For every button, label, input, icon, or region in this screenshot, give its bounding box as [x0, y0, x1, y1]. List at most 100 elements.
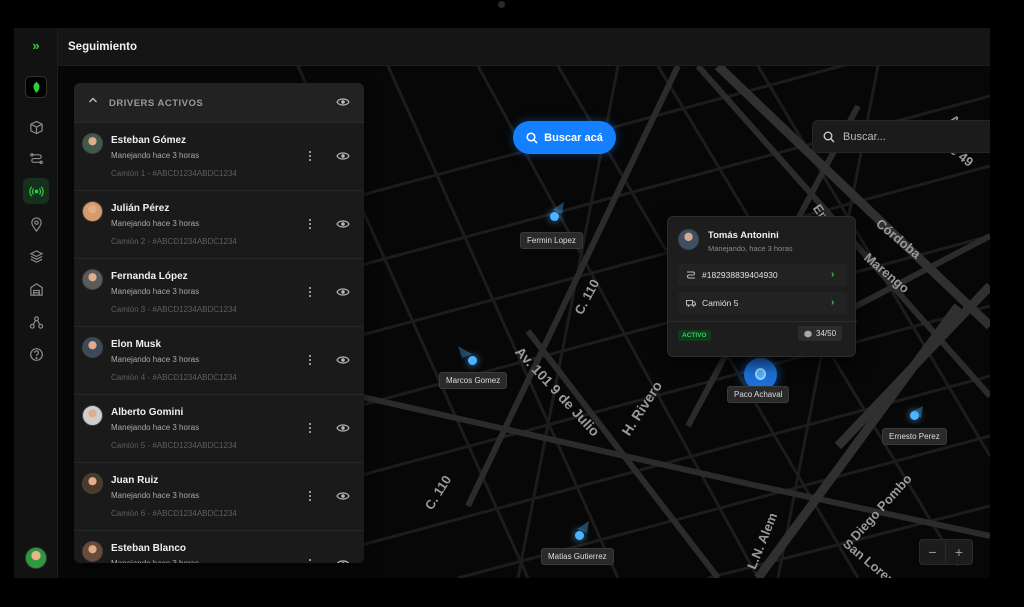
avatar — [82, 133, 103, 154]
marker-label[interactable]: Fermin Lopez — [520, 232, 583, 249]
more-vertical-icon[interactable] — [306, 557, 314, 563]
warehouse-icon[interactable] — [23, 276, 49, 302]
drivers-panel-title: DRIVERS ACTIVOS — [109, 98, 204, 109]
driver-status: Manejando hace 3 horas — [111, 219, 200, 228]
more-vertical-icon[interactable] — [306, 149, 314, 163]
chevron-right-icon: › — [831, 269, 835, 280]
marker-label[interactable]: Marcos Gomez — [439, 372, 508, 389]
help-icon[interactable] — [23, 341, 49, 367]
driver-name: Elon Musk — [111, 339, 162, 350]
driver-list-item[interactable]: Esteban Blanco Manejando hace 3 horas — [74, 531, 364, 563]
more-vertical-icon[interactable] — [306, 217, 314, 231]
search-input[interactable] — [843, 130, 990, 143]
search-icon — [526, 131, 538, 144]
eye-icon[interactable] — [336, 286, 350, 298]
eye-icon[interactable] — [336, 150, 350, 162]
driver-truck: Camión 2 - #ABCD1234ABDC1234 — [111, 237, 237, 246]
driver-truck: Camión 6 - #ABCD1234ABDC1234 — [111, 509, 237, 518]
more-vertical-icon[interactable] — [306, 353, 314, 367]
marker-label[interactable]: Paco Achaval — [727, 386, 790, 403]
search-box[interactable] — [812, 120, 990, 153]
zoom-controls: − + — [919, 539, 973, 565]
driver-marker[interactable] — [546, 202, 564, 224]
route-icon[interactable] — [23, 146, 49, 172]
eye-icon[interactable] — [336, 218, 350, 230]
driver-name: Fernanda López — [111, 271, 188, 282]
driver-name: Esteban Gómez — [111, 135, 187, 146]
sidebar: » — [14, 28, 58, 578]
zoom-out-button[interactable]: − — [920, 540, 947, 564]
user-avatar[interactable] — [25, 547, 47, 569]
driver-list-item[interactable]: Juan Ruiz Manejando hace 3 horas Camión 6 … — [74, 463, 364, 531]
search-icon — [823, 131, 835, 142]
header: Seguimiento — [58, 28, 990, 66]
layers-icon[interactable] — [23, 243, 49, 269]
expand-sidebar-icon[interactable]: » — [14, 38, 58, 53]
driver-status: Manejando, hace 3 horas — [708, 244, 793, 253]
driver-truck: Camión 5 - #ABCD1234ABDC1234 — [111, 441, 237, 450]
divider — [668, 321, 857, 322]
avatar — [82, 405, 103, 426]
chevron-right-icon: › — [831, 297, 835, 308]
driver-status: Manejando hace 3 horas — [111, 151, 200, 160]
zoom-in-button[interactable]: + — [946, 540, 972, 564]
drivers-panel-header[interactable]: DRIVERS ACTIVOS — [74, 83, 364, 123]
driver-status: Manejando hace 3 horas — [111, 355, 200, 364]
eye-icon[interactable] — [336, 490, 350, 502]
driver-status: Manejando hace 3 horas — [111, 423, 200, 432]
page-title: Seguimiento — [68, 41, 138, 53]
network-icon[interactable] — [23, 309, 49, 335]
more-vertical-icon[interactable] — [306, 421, 314, 435]
driver-name: Esteban Blanco — [111, 543, 187, 554]
truck-row[interactable]: Camión 5 › — [678, 292, 847, 314]
truck-icon — [686, 300, 696, 307]
chevron-up-icon[interactable] — [88, 95, 98, 105]
status-badge: ACTIVO — [678, 330, 711, 341]
driver-marker[interactable] — [571, 521, 589, 543]
box-icon — [804, 330, 812, 337]
driver-marker[interactable] — [458, 346, 480, 368]
route-id: #182938839404930 — [702, 270, 778, 280]
app-logo — [25, 76, 47, 98]
driver-status: Manejando hace 3 horas — [111, 287, 200, 296]
eye-icon[interactable] — [336, 96, 350, 108]
more-vertical-icon[interactable] — [306, 285, 314, 299]
more-vertical-icon[interactable] — [306, 489, 314, 503]
location-pin-icon[interactable] — [23, 211, 49, 237]
driver-list-item[interactable]: Elon Musk Manejando hace 3 horas Camión 4 … — [74, 327, 364, 395]
avatar — [82, 201, 103, 222]
app-window: » Seguimiento C. 110 Av. 101 9 de Julio … — [14, 28, 990, 578]
driver-name: Alberto Gomini — [111, 407, 184, 418]
marker-label[interactable]: Ernesto Perez — [882, 428, 947, 445]
route-row[interactable]: #182938839404930 › — [678, 264, 847, 286]
route-icon — [687, 271, 695, 279]
search-area-button[interactable]: Buscar acá — [513, 121, 616, 154]
driver-list-item[interactable]: Julián Pérez Manejando hace 3 horas Camión… — [74, 191, 364, 259]
capacity-badge: 34/50 — [798, 326, 843, 341]
capacity-value: 34/50 — [816, 329, 837, 338]
avatar — [82, 541, 103, 562]
driver-name: Tomás Antonini — [708, 230, 779, 241]
drivers-panel: DRIVERS ACTIVOS Esteban Gómez Manejando h… — [74, 83, 364, 563]
eye-icon[interactable] — [336, 422, 350, 434]
driver-truck: Camión 1 - #ABCD1234ABDC1234 — [111, 169, 237, 178]
driver-truck: Camión 3 - #ABCD1234ABDC1234 — [111, 305, 237, 314]
driver-status: Manejando hace 3 horas — [111, 559, 199, 563]
search-area-label: Buscar acá — [544, 131, 603, 144]
eye-icon[interactable] — [336, 354, 350, 366]
driver-list-item[interactable]: Fernanda López Manejando hace 3 horas Cami… — [74, 259, 364, 327]
driver-list-item[interactable]: Alberto Gomini Manejando hace 3 horas Cami… — [74, 395, 364, 463]
broadcast-icon[interactable] — [23, 178, 49, 204]
driver-truck: Camión 4 - #ABCD1234ABDC1234 — [111, 373, 237, 382]
driver-info-card: Tomás Antonini Manejando, hace 3 horas #… — [667, 216, 857, 357]
truck-name: Camión 5 — [702, 298, 739, 308]
camera-dot — [498, 1, 505, 8]
driver-list-item[interactable]: Esteban Gómez Manejando hace 3 horas Camió… — [74, 123, 364, 191]
driver-marker[interactable] — [906, 406, 923, 423]
marker-label[interactable]: Matias Gutierrez — [541, 548, 614, 565]
avatar — [82, 269, 103, 290]
avatar — [678, 229, 699, 250]
avatar — [82, 337, 103, 358]
eye-icon[interactable] — [336, 558, 350, 563]
box-icon[interactable] — [23, 114, 49, 140]
